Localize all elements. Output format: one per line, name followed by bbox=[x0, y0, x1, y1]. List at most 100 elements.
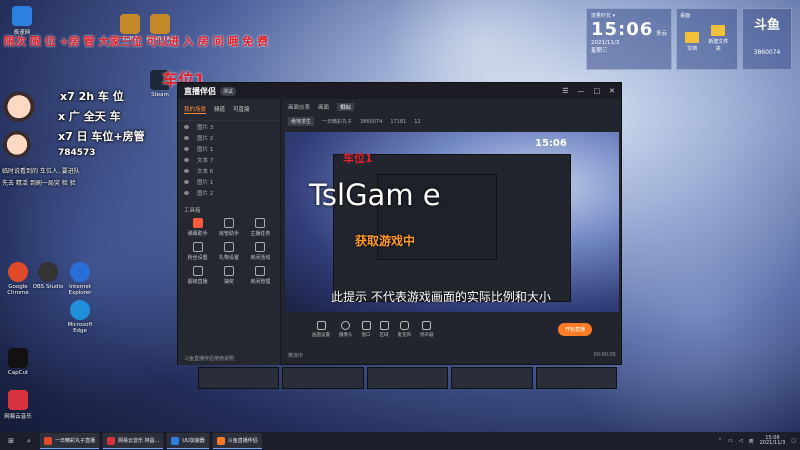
input-language[interactable]: 英 bbox=[749, 438, 754, 445]
region-capture-button[interactable]: 区域 bbox=[379, 320, 389, 338]
toolbox-grid: 弹幕助手 房管助手 主播任务 粉丝设置 礼物设置 房间活动 超级直播 抽奖 房间… bbox=[178, 218, 280, 285]
desktop-folder-widget: 桌面 文档 新建文件夹 bbox=[676, 8, 738, 70]
widget-weekday: 星期三 bbox=[591, 48, 608, 54]
live-icon bbox=[192, 266, 203, 276]
microphone-button[interactable]: 麦克风 bbox=[398, 320, 411, 338]
tool-lottery[interactable]: 抽奖 bbox=[213, 266, 244, 285]
visibility-icon[interactable] bbox=[184, 190, 189, 195]
chat-line: x 广 全天 车 bbox=[58, 110, 121, 123]
tab-direct[interactable]: 可直接 bbox=[233, 105, 250, 114]
tab-channel[interactable]: 频道 bbox=[214, 105, 225, 114]
stream-status: 推流中 bbox=[288, 352, 304, 359]
desktop-icon-label: OBS Studio bbox=[32, 284, 64, 290]
toolbox-title: 工具箱 bbox=[184, 208, 201, 214]
activity-icon bbox=[255, 242, 266, 252]
source-row[interactable]: 图片 3 bbox=[178, 121, 280, 132]
visibility-icon[interactable] bbox=[184, 157, 189, 162]
tray-clock[interactable]: 15:06 2021/11/3 bbox=[760, 435, 786, 447]
stream-duration: 00:00:05 bbox=[593, 352, 616, 358]
tool-label: 礼物设置 bbox=[218, 255, 239, 261]
start-button[interactable]: ⊞ bbox=[4, 437, 18, 445]
camera-icon bbox=[341, 320, 351, 330]
close-icon[interactable]: ✕ bbox=[609, 87, 615, 95]
desktop-icon-0[interactable]: 极速网 bbox=[4, 6, 40, 36]
tab-scene[interactable]: 画面 bbox=[318, 103, 329, 111]
desktop-icon-9[interactable]: 网易云音乐 bbox=[0, 390, 36, 420]
douyu-logo: 斗鱼 bbox=[753, 18, 780, 33]
room-stats: 绝地求生 一日精彩丸子 3860074 17181 12 bbox=[282, 115, 622, 128]
tab-display[interactable]: 画面仪表 bbox=[288, 103, 310, 111]
chevron-up-icon[interactable]: ⌃ bbox=[718, 438, 722, 444]
microphone-icon bbox=[399, 320, 409, 330]
game-capture-placeholder: TslGam e bbox=[309, 178, 441, 212]
button-label: 窗口 bbox=[361, 332, 371, 338]
desktop-icon-5[interactable]: Internet Explorer bbox=[62, 262, 98, 296]
volume-icon[interactable]: ◁ bbox=[739, 438, 743, 444]
source-row[interactable]: 图片 1 bbox=[178, 143, 280, 154]
desktop-icon-8[interactable]: CapCut bbox=[0, 348, 36, 376]
menu-icon[interactable]: ☰ bbox=[562, 87, 568, 95]
visibility-icon[interactable] bbox=[184, 124, 189, 129]
visibility-icon[interactable] bbox=[184, 146, 189, 151]
taskbar-app[interactable]: 一日精彩丸子直播 bbox=[40, 433, 100, 449]
tool-fans[interactable]: 粉丝设置 bbox=[182, 242, 213, 261]
taskbar-app[interactable]: UU加速器 bbox=[167, 433, 209, 449]
folder-item[interactable]: 新建文件夹 bbox=[706, 25, 730, 52]
folder-item[interactable]: 文档 bbox=[680, 32, 704, 52]
thumbnail bbox=[535, 367, 618, 389]
search-icon[interactable]: ⌕ bbox=[22, 437, 36, 446]
app-title: 直播伴侣 bbox=[184, 86, 216, 96]
speaker-button[interactable]: 扬声器 bbox=[420, 320, 434, 338]
source-row[interactable]: 图片 1 bbox=[178, 176, 280, 187]
source-name: 图片 3 bbox=[197, 124, 214, 131]
network-icon[interactable]: ▭ bbox=[728, 438, 733, 444]
desktop-icon-7[interactable]: OBS Studio bbox=[30, 262, 66, 290]
widget-header[interactable]: 流量时长 ▾ bbox=[591, 12, 667, 19]
thumbnail bbox=[198, 367, 280, 389]
source-row[interactable]: 图片 2 bbox=[178, 132, 280, 143]
douyu-room-widget[interactable]: 斗鱼 3860074 bbox=[742, 8, 792, 70]
tool-danmaku[interactable]: 弹幕助手 bbox=[182, 218, 213, 237]
tool-label: 弹幕助手 bbox=[187, 231, 208, 237]
taskbar-app[interactable]: 斗鱼直播伴侣 bbox=[212, 433, 262, 449]
tool-gifts[interactable]: 礼物设置 bbox=[213, 242, 244, 261]
ie-icon bbox=[70, 262, 90, 282]
tool-tasks[interactable]: 主播任务 bbox=[245, 218, 276, 237]
edge-icon bbox=[70, 300, 90, 320]
camera-button[interactable]: 摄像头 bbox=[339, 320, 353, 338]
visibility-icon[interactable] bbox=[184, 168, 189, 173]
category-chip[interactable]: 绝地求生 bbox=[288, 117, 315, 126]
go-live-button[interactable]: 开始直播 bbox=[557, 322, 592, 336]
stream-preview[interactable]: 车位1 15:06 TslGam e 获取游戏中 此提示 不代表游戏画面的实际比… bbox=[285, 132, 619, 312]
minimize-icon[interactable]: — bbox=[578, 87, 585, 95]
source-row[interactable]: 文本 6 bbox=[178, 165, 280, 176]
source-row[interactable]: 图片 2 bbox=[178, 187, 280, 198]
chrome-icon bbox=[44, 436, 52, 445]
help-link[interactable]: 斗鱼直播伴侣使用说明 bbox=[184, 355, 234, 362]
tab-similar[interactable]: 相似 bbox=[337, 103, 355, 111]
tool-label: 房间管理 bbox=[250, 279, 271, 285]
desktop-icon-4[interactable]: Microsoft Edge bbox=[62, 300, 98, 334]
tool-room-admin[interactable]: 房管助手 bbox=[213, 218, 244, 237]
tool-room-manage[interactable]: 房间管理 bbox=[245, 266, 276, 285]
window-capture-button[interactable]: 窗口 bbox=[361, 320, 371, 338]
tool-super-live[interactable]: 超级直播 bbox=[182, 266, 213, 285]
desktop-icon-label: 网易云音乐 bbox=[4, 414, 32, 420]
visibility-icon[interactable] bbox=[184, 135, 189, 140]
room-icon bbox=[255, 266, 266, 276]
taskbar-app[interactable]: 网易云音乐 林昌... bbox=[103, 433, 164, 449]
display-settings-button[interactable]: 画面设置 bbox=[312, 320, 330, 338]
status-bar: 推流中 00:00:05 bbox=[282, 348, 622, 362]
fan-count: 12 bbox=[414, 118, 421, 125]
desktop-icon-label: CapCut bbox=[7, 370, 29, 376]
chat-overlay: x7 2h 车 位 x 广 全天 车 x7 日 车位+房管 784573 临时说… bbox=[0, 82, 175, 200]
source-row[interactable]: 文本 7 bbox=[178, 154, 280, 165]
visibility-icon[interactable] bbox=[184, 179, 189, 184]
cartoon-avatar bbox=[2, 128, 32, 158]
region-icon bbox=[379, 320, 389, 330]
notification-icon[interactable]: ▢ bbox=[791, 438, 796, 444]
button-label: 画面设置 bbox=[312, 332, 330, 338]
tab-my-scenes[interactable]: 我的场景 bbox=[184, 105, 207, 114]
tool-activity[interactable]: 房间活动 bbox=[245, 242, 276, 261]
maximize-icon[interactable]: □ bbox=[594, 87, 601, 95]
